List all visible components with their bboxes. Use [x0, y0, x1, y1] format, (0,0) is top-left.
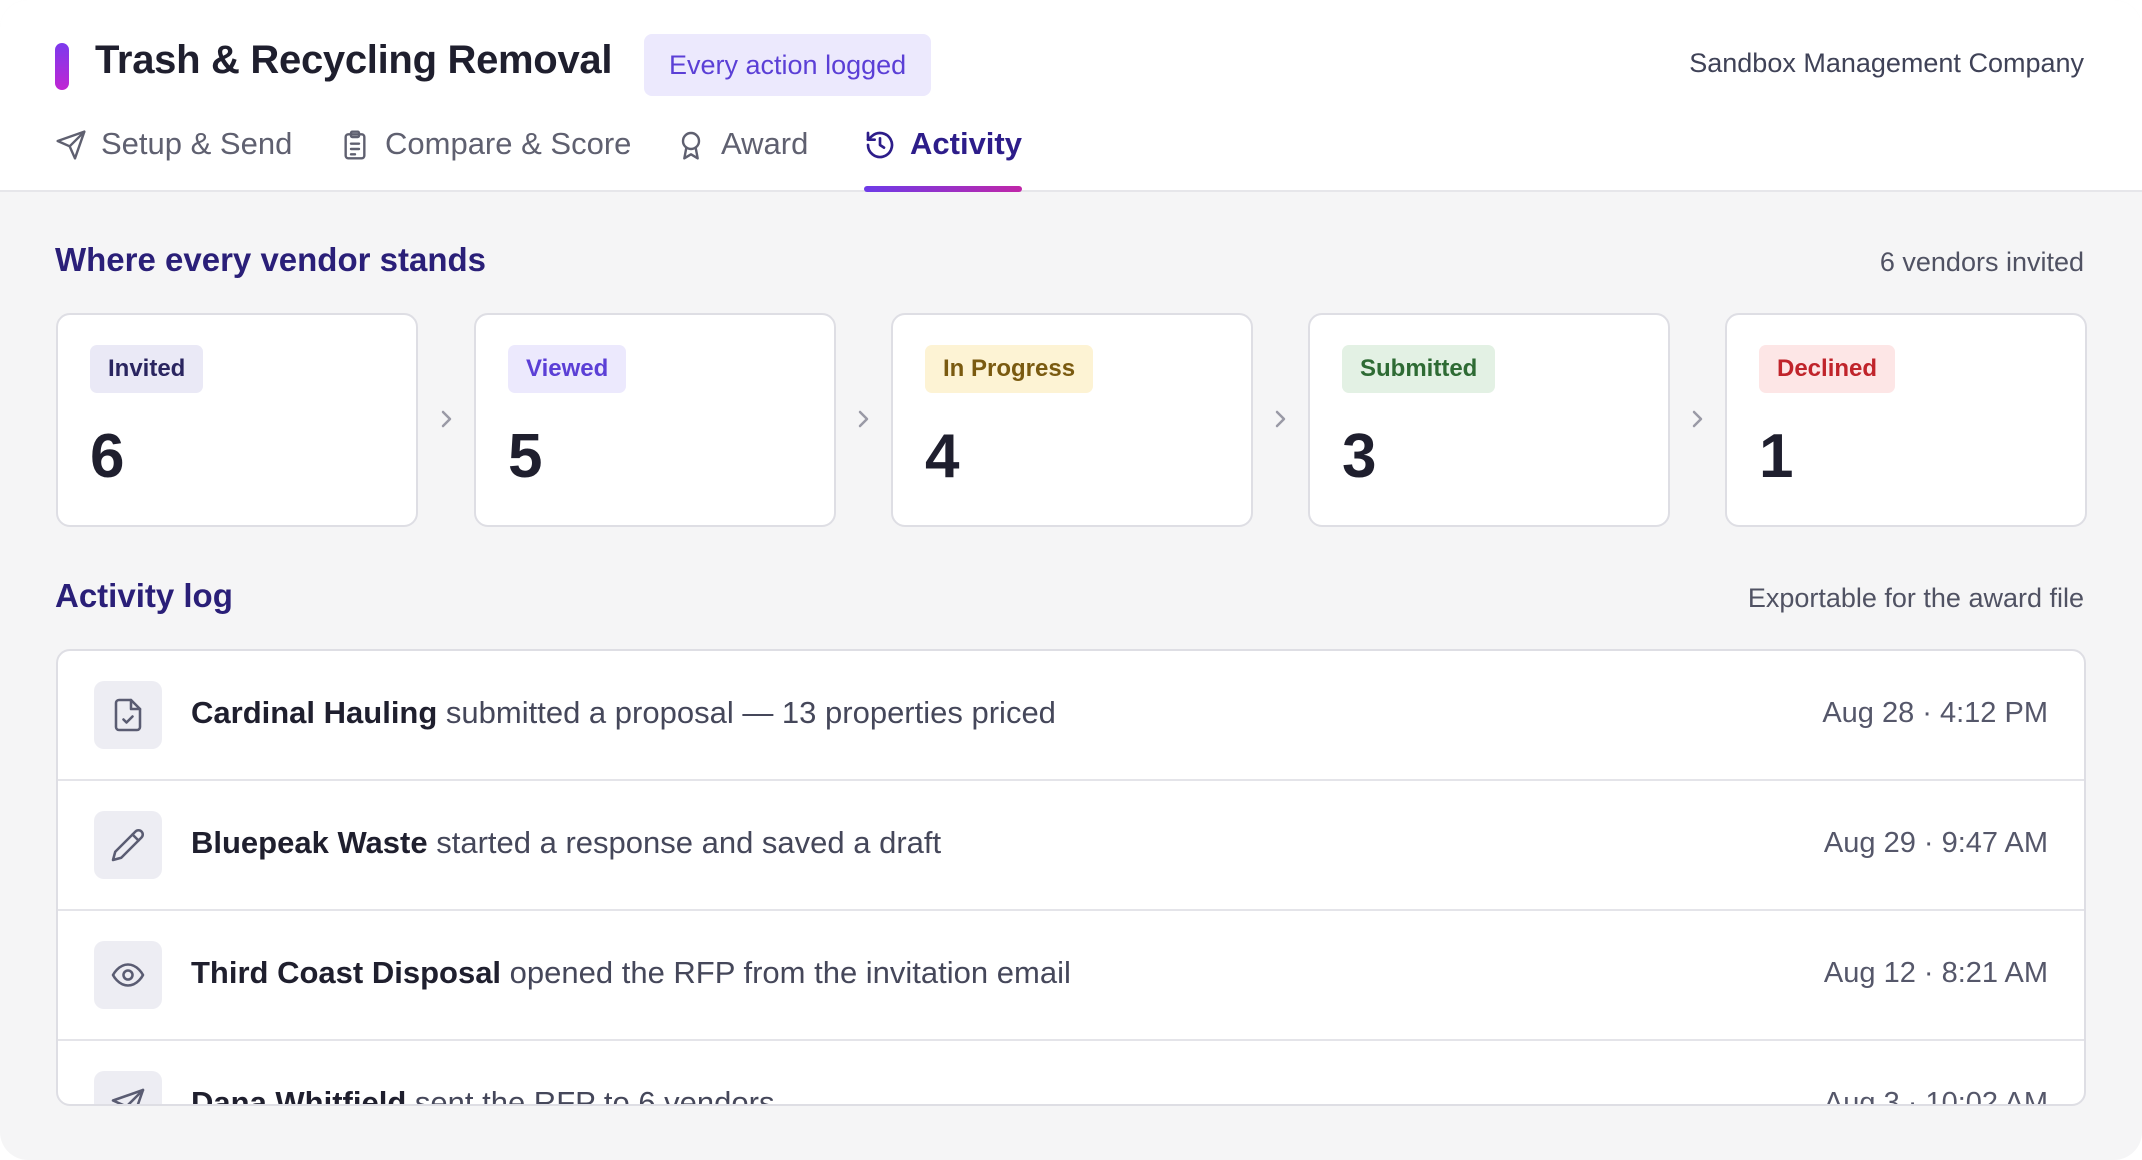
send-icon	[56, 130, 86, 160]
log-actor: Cardinal Hauling	[191, 695, 438, 730]
log-entry-text: Bluepeak Waste started a response and sa…	[191, 825, 941, 861]
tab-label: Activity	[910, 126, 1022, 161]
vendors-invited-count: 6 vendors invited	[1879, 247, 2084, 277]
title-accent-bar	[55, 43, 69, 90]
log-actor: Dana Whitfield	[191, 1085, 407, 1106]
file-check-icon	[94, 681, 162, 749]
activity-log-list: Cardinal Hauling submitted a proposal — …	[56, 649, 2086, 1106]
page-header: Trash & Recycling Removal Every action l…	[0, 0, 2142, 192]
tab-label: Setup & Send	[101, 126, 293, 161]
log-timestamp: Aug 28 · 4:12 PM	[1822, 697, 2048, 729]
stage-card-declined[interactable]: Declined 1	[1725, 313, 2087, 527]
stage-count: 6	[90, 422, 125, 491]
chevron-right-icon	[441, 410, 452, 428]
tab-award[interactable]: Award	[675, 126, 808, 192]
stage-count: 4	[925, 422, 960, 491]
log-timestamp: Aug 29 · 9:47 AM	[1823, 827, 2048, 859]
log-entry[interactable]: Bluepeak Waste started a response and sa…	[58, 781, 2084, 911]
stage-label: In Progress	[925, 345, 1094, 393]
log-actor: Bluepeak Waste	[191, 825, 428, 860]
chevron-right-icon	[858, 410, 869, 428]
stage-label: Invited	[90, 345, 204, 393]
stage-card-invited[interactable]: Invited 6	[56, 313, 418, 527]
tab-setup-send[interactable]: Setup & Send	[55, 126, 292, 192]
log-entry-text: Third Coast Disposal opened the RFP from…	[191, 955, 1071, 991]
log-entry[interactable]: Dana Whitfield sent the RFP to 6 vendors…	[58, 1041, 2084, 1106]
log-entry[interactable]: Cardinal Hauling submitted a proposal — …	[58, 651, 2084, 781]
stage-card-viewed[interactable]: Viewed 5	[474, 313, 836, 527]
history-icon	[866, 131, 894, 159]
log-actor: Third Coast Disposal	[191, 955, 502, 990]
stage-count: 5	[508, 422, 543, 491]
pencil-icon	[94, 811, 162, 879]
log-entry-text: Cardinal Hauling submitted a proposal — …	[191, 695, 1056, 731]
page-title: Trash & Recycling Removal	[95, 38, 613, 82]
eye-icon	[94, 941, 162, 1009]
stage-card-submitted[interactable]: Submitted 3	[1308, 313, 1670, 527]
vendor-status-heading: Where every vendor stands	[55, 241, 486, 278]
stage-count: 3	[1342, 422, 1377, 491]
stage-label: Viewed	[508, 345, 627, 393]
send-icon	[94, 1071, 162, 1104]
log-timestamp: Aug 3 · 10:02 AM	[1823, 1087, 2048, 1106]
activity-log-heading: Activity log	[55, 577, 233, 614]
active-tab-indicator	[864, 186, 1022, 192]
tab-label: Award	[721, 126, 809, 161]
stage-label: Declined	[1759, 345, 1896, 393]
tab-compare-score[interactable]: Compare & Score	[339, 126, 631, 192]
chevron-right-icon	[1692, 410, 1703, 428]
award-icon	[681, 131, 701, 160]
chevron-right-icon	[1275, 410, 1286, 428]
export-note: Exportable for the award file	[1747, 583, 2084, 613]
log-action: submitted a proposal — 13 properties pri…	[437, 695, 1056, 730]
clipboard-icon	[344, 130, 366, 160]
stage-card-in-progress[interactable]: In Progress 4	[891, 313, 1253, 527]
tab-activity[interactable]: Activity	[864, 126, 1022, 192]
app-window: Trash & Recycling Removal Every action l…	[0, 0, 2142, 1160]
log-action: started a response and saved a draft	[427, 825, 942, 860]
log-entry-text: Dana Whitfield sent the RFP to 6 vendors	[191, 1085, 775, 1106]
stage-count: 1	[1759, 422, 1794, 491]
log-action: opened the RFP from the invitation email	[501, 955, 1071, 990]
log-action: sent the RFP to 6 vendors	[406, 1085, 775, 1106]
logging-status-badge: Every action logged	[644, 34, 932, 96]
log-timestamp: Aug 12 · 8:21 AM	[1823, 957, 2048, 989]
log-entry[interactable]: Third Coast Disposal opened the RFP from…	[58, 911, 2084, 1041]
company-name: Sandbox Management Company	[1689, 48, 2084, 78]
tab-label: Compare & Score	[385, 126, 632, 161]
stage-label: Submitted	[1342, 345, 1496, 393]
